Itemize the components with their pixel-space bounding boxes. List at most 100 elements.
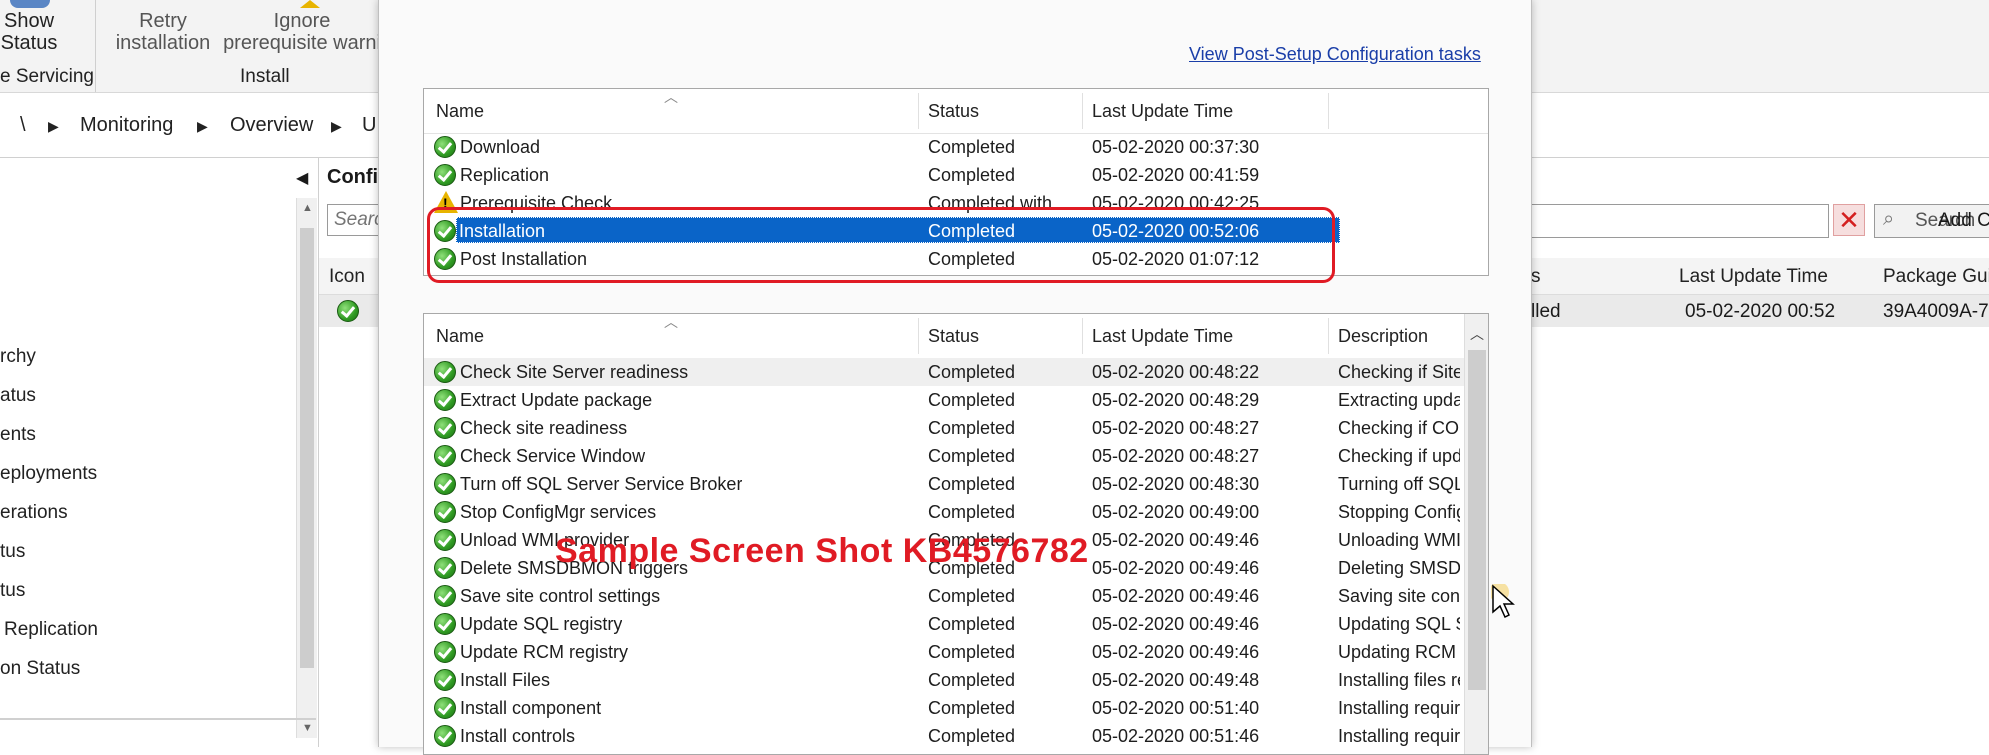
table-row[interactable]: Install controls Completed 05-02-2020 00:5… xyxy=(424,722,1464,750)
nav-item[interactable]: eployments xyxy=(0,463,97,485)
pane-title: Confi xyxy=(327,166,379,188)
row-package-guid: 39A4009A-7 xyxy=(1883,301,1989,322)
table-row[interactable]: Replication Completed 05-02-2020 00:41:59 xyxy=(424,161,1488,189)
header-name[interactable]: Name xyxy=(436,101,484,122)
row-last-update: 05-02-2020 00:48:29 xyxy=(1092,390,1260,410)
header-last-update[interactable]: Last Update Time xyxy=(1092,326,1233,347)
highlight-annotation xyxy=(427,207,1335,283)
row-name: Replication xyxy=(460,165,550,185)
nav-scrollbar[interactable]: ▲ ▼ xyxy=(296,198,317,738)
row-description: Checking if update xyxy=(1338,446,1460,466)
nav-item[interactable]: tus xyxy=(0,541,25,563)
table-row[interactable]: Check Site Server readiness Completed 05-0… xyxy=(424,358,1464,386)
row-description: Installing required c xyxy=(1338,726,1460,746)
row-name: Update SQL registry xyxy=(460,614,623,634)
completed-icon xyxy=(434,669,456,691)
header-status[interactable]: Status xyxy=(928,101,979,122)
collapse-nav-icon[interactable]: ◀ xyxy=(296,168,308,188)
row-status: Completed xyxy=(928,474,1016,494)
completed-icon xyxy=(434,641,456,663)
col-icon[interactable]: Icon xyxy=(329,266,365,288)
table-row[interactable]: Update SQL registry Completed 05-02-2020 0… xyxy=(424,610,1464,638)
header-separator xyxy=(1082,318,1083,354)
table-row[interactable]: Save site control settings Completed 05-02… xyxy=(424,582,1464,610)
sort-indicator-icon: ︿ xyxy=(664,89,678,105)
completed-icon xyxy=(434,557,456,579)
row-description: Updating SQL Ser xyxy=(1338,614,1460,634)
completed-icon xyxy=(434,697,456,719)
table-row[interactable]: Extract Update package Completed 05-02-202… xyxy=(424,386,1464,414)
header-separator xyxy=(918,93,919,129)
header-separator xyxy=(1328,318,1329,354)
table-row[interactable]: Update RCM registry Completed 05-02-2020 0… xyxy=(424,638,1464,666)
show-status-label-1: Show xyxy=(3,10,55,32)
add-criteria-link[interactable]: Add C xyxy=(1938,210,1989,232)
show-status-button[interactable]: Show Status xyxy=(0,10,58,54)
scroll-up-icon[interactable]: ︿ xyxy=(1470,324,1484,344)
header-name[interactable]: Name xyxy=(436,326,484,347)
table-row[interactable]: Stop ConfigMgr services Completed 05-02-20… xyxy=(424,498,1464,526)
breadcrumb-arrow-icon[interactable]: ▶ xyxy=(331,118,342,135)
row-status: Completed xyxy=(928,390,1016,410)
breadcrumb-updates[interactable]: U xyxy=(362,114,376,137)
sort-indicator-icon: ︿ xyxy=(664,314,678,330)
ignore-label-2: prerequisite warni xyxy=(223,32,381,54)
breadcrumb-root[interactable]: \ xyxy=(20,114,26,137)
header-last-update[interactable]: Last Update Time xyxy=(1092,101,1233,122)
nav-item[interactable]: erations xyxy=(0,502,68,524)
nav-item[interactable]: Replication xyxy=(4,619,98,641)
table-row[interactable]: Turn off SQL Server Service Broker Comple… xyxy=(424,470,1464,498)
col-last-update-time[interactable]: Last Update Time xyxy=(1679,266,1828,288)
breadcrumb-arrow-icon[interactable]: ▶ xyxy=(197,118,208,135)
table-row[interactable]: Check Service Window Completed 05-02-2020 … xyxy=(424,442,1464,470)
steps-scroll-thumb[interactable] xyxy=(1468,350,1486,690)
row-description: Saving site control xyxy=(1338,586,1460,606)
nav-item[interactable]: on Status xyxy=(0,658,80,680)
row-last-update: 05-02-2020 00:48:22 xyxy=(1092,362,1260,382)
header-description[interactable]: Description xyxy=(1338,326,1428,347)
row-last-update: 05-02-2020 00:49:46 xyxy=(1092,530,1260,550)
completed-icon xyxy=(434,473,456,495)
search-input-right[interactable] xyxy=(1531,204,1829,238)
table-row[interactable]: Check site readiness Completed 05-02-2020 … xyxy=(424,414,1464,442)
row-status: Completed xyxy=(928,362,1016,382)
table-row[interactable]: Download Completed 05-02-2020 00:37:30 xyxy=(424,133,1488,161)
row-last-update: 05-02-2020 00:49:46 xyxy=(1092,586,1260,606)
post-setup-config-link[interactable]: View Post-Setup Configuration tasks xyxy=(1189,44,1481,65)
completed-icon xyxy=(434,529,456,551)
row-last-update: 05-02-2020 00:37:30 xyxy=(1092,137,1260,157)
col-package-guid[interactable]: Package Guid xyxy=(1883,266,1989,288)
row-last-update: 05-02-2020 00:48:27 xyxy=(1092,418,1260,438)
breadcrumb-arrow-icon[interactable]: ▶ xyxy=(48,118,59,135)
header-status[interactable]: Status xyxy=(928,326,979,347)
completed-icon xyxy=(434,501,456,523)
nav-scroll-thumb[interactable] xyxy=(300,228,314,668)
breadcrumb-monitoring[interactable]: Monitoring xyxy=(80,114,173,137)
row-last-update: 05-02-2020 00:49:46 xyxy=(1092,614,1260,634)
table-row[interactable]: Install component Completed 05-02-2020 00:… xyxy=(424,694,1464,722)
show-status-icon xyxy=(10,0,50,8)
row-name: Check site readiness xyxy=(460,418,628,438)
table-row[interactable]: Install Files Completed 05-02-2020 00:49:4… xyxy=(424,666,1464,694)
row-description: Turning off SQL Se xyxy=(1338,474,1460,494)
scroll-down-icon[interactable]: ▼ xyxy=(302,722,313,734)
nav-item[interactable]: tus xyxy=(0,580,25,602)
nav-item[interactable]: atus xyxy=(0,385,36,407)
row-description: Stopping ConfigMg xyxy=(1338,502,1460,522)
ribbon-group-servicing: e Servicing xyxy=(0,66,94,87)
row-name: Turn off SQL Server Service Broker xyxy=(460,474,743,494)
steps-scrollbar[interactable]: ︿ xyxy=(1464,314,1488,754)
ignore-prerequisite-button[interactable]: Ignore prerequisite warni xyxy=(222,10,382,54)
completed-icon xyxy=(434,585,456,607)
clear-search-icon[interactable]: ✕ xyxy=(1833,204,1865,236)
scroll-up-icon[interactable]: ▲ xyxy=(302,202,313,214)
nav-item[interactable]: rchy xyxy=(0,346,36,368)
nav-item[interactable]: ents xyxy=(0,424,36,446)
row-last-update: 05-02-2020 00:49:46 xyxy=(1092,558,1260,578)
retry-installation-button[interactable]: Retry installation xyxy=(108,10,218,54)
breadcrumb-overview[interactable]: Overview xyxy=(230,114,313,137)
row-name: Save site control settings xyxy=(460,586,661,606)
col-status[interactable]: s xyxy=(1531,266,1541,288)
completed-icon xyxy=(434,725,456,747)
update-status-dialog: View Post-Setup Configuration tasks ︿ Na… xyxy=(378,0,1532,755)
